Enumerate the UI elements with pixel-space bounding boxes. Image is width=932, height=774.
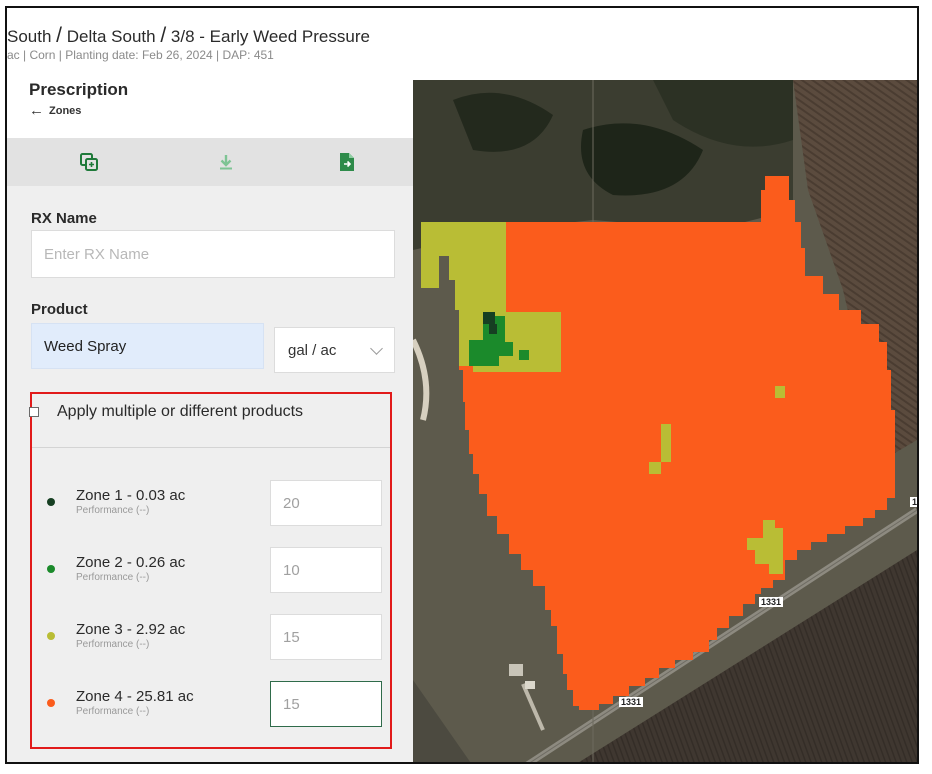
zone-performance: Performance (--) — [76, 505, 150, 516]
zone-performance: Performance (--) — [76, 639, 150, 650]
rx-name-label: RX Name — [31, 210, 97, 227]
zone-color-dot — [47, 565, 55, 573]
zone-rate-input[interactable]: 20 — [270, 480, 382, 526]
road-label: 1 — [910, 497, 917, 507]
panel-header: Prescription ← Zones — [7, 80, 413, 138]
zone-row-2: Zone 2 - 0.26 ac Performance (--) 10 — [47, 547, 397, 593]
copy-icon[interactable] — [75, 148, 103, 176]
multi-products-label: Apply multiple or different products — [57, 403, 304, 420]
export-file-icon[interactable] — [333, 148, 361, 176]
field-map[interactable]: 1331 1331 1 — [413, 80, 917, 762]
page-header: South / Delta South / 3/8 - Early Weed P… — [7, 8, 917, 80]
panel-toolbar — [7, 138, 413, 186]
prescription-panel: Prescription ← Zones RX Name Enter RX Na… — [7, 80, 413, 762]
zone-color-dot — [47, 498, 55, 506]
breadcrumb-field[interactable]: Delta South — [67, 27, 156, 46]
download-icon[interactable] — [212, 148, 240, 176]
zone-name: Zone 1 - 0.03 ac — [76, 487, 186, 504]
product-label: Product — [31, 301, 88, 318]
road-label: 1331 — [619, 697, 644, 707]
panel-title: Prescription — [29, 80, 129, 99]
breadcrumb-separator: / — [56, 24, 63, 47]
arrow-left-icon: ← — [29, 102, 44, 119]
zone-color-dot — [47, 632, 55, 640]
rx-name-input[interactable]: Enter RX Name — [31, 230, 395, 278]
divider — [32, 447, 390, 448]
breadcrumb-farm[interactable]: South — [7, 27, 51, 46]
zone-color-dot — [47, 699, 55, 707]
breadcrumb-separator: / — [160, 24, 167, 47]
breadcrumb-layer: 3/8 - Early Weed Pressure — [170, 27, 370, 46]
app-window: South / Delta South / 3/8 - Early Weed P… — [5, 6, 919, 764]
multi-products-checkbox[interactable] — [29, 407, 39, 417]
zone-row-3: Zone 3 - 2.92 ac Performance (--) 15 — [47, 614, 397, 660]
multi-products-toggle[interactable]: Apply multiple or different products — [29, 398, 303, 426]
zone-performance: Performance (--) — [76, 706, 150, 717]
chevron-down-icon — [370, 342, 383, 355]
product-input[interactable]: Weed Spray — [31, 323, 264, 369]
satellite-imagery — [413, 80, 917, 762]
zone-name: Zone 4 - 25.81 ac — [76, 688, 194, 705]
breadcrumb: South / Delta South / 3/8 - Early Weed P… — [7, 24, 370, 48]
zone-row-4: Zone 4 - 25.81 ac Performance (--) 15 — [47, 681, 397, 727]
road-label: 1331 — [759, 597, 784, 607]
zone-rate-input[interactable]: 15 — [270, 614, 382, 660]
back-label: Zones — [49, 104, 82, 117]
back-to-zones-link[interactable]: ← Zones — [29, 102, 81, 119]
zone-rate-input[interactable]: 15 — [270, 681, 382, 727]
field-subtitle: ac | Corn | Planting date: Feb 26, 2024 … — [7, 48, 274, 62]
zone-performance: Performance (--) — [76, 572, 150, 583]
zone-row-1: Zone 1 - 0.03 ac Performance (--) 20 — [47, 480, 397, 526]
zone-name: Zone 2 - 0.26 ac — [76, 554, 186, 571]
zone-rate-input[interactable]: 10 — [270, 547, 382, 593]
unit-select[interactable]: gal / ac — [274, 327, 395, 373]
unit-value: gal / ac — [288, 341, 337, 359]
zone-name: Zone 3 - 2.92 ac — [76, 621, 186, 638]
